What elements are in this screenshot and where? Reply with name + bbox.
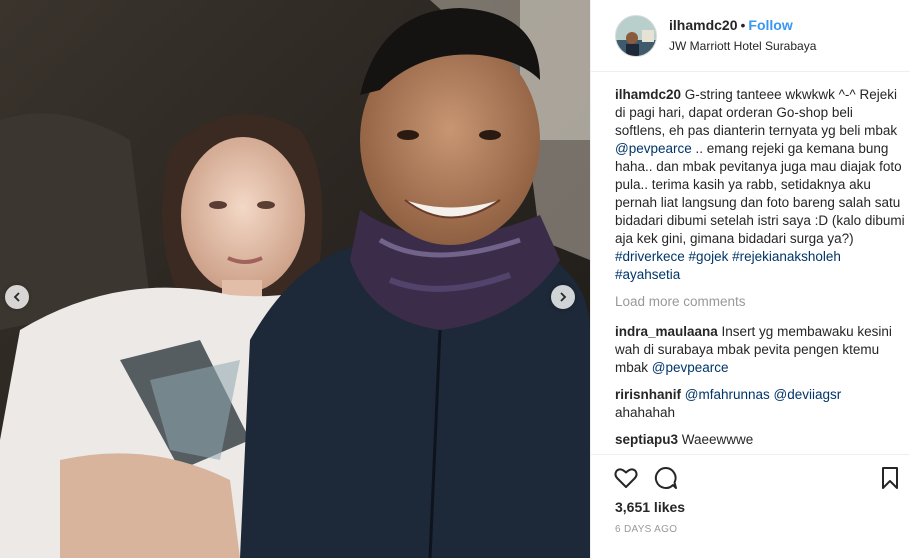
header-username[interactable]: ilhamdc20 xyxy=(669,17,737,33)
bookmark-icon[interactable] xyxy=(877,465,903,491)
photo-image xyxy=(0,0,590,558)
comment-item: septiapu3 Waeewwwe xyxy=(615,431,905,449)
comment-item: indra_maulaana Insert yg membawaku kesin… xyxy=(615,323,905,377)
comment-item: ririsnhanif @mfahrunnas @deviiagsr ahahah… xyxy=(615,386,905,422)
comment-text: Waeewwwe xyxy=(678,432,754,447)
comment-username[interactable]: septiapu3 xyxy=(615,432,678,447)
next-photo-button[interactable] xyxy=(551,285,575,309)
caption-mention[interactable]: @pevpearce xyxy=(615,141,692,156)
comment-username[interactable]: ririsnhanif xyxy=(615,387,681,402)
heart-icon[interactable] xyxy=(613,465,639,491)
post-timestamp: 6 DAYS AGO xyxy=(615,524,678,535)
comment-mention[interactable]: @deviiagsr xyxy=(774,387,842,402)
previous-photo-button[interactable] xyxy=(5,285,29,309)
caption-username[interactable]: ilhamdc20 xyxy=(615,87,681,102)
likes-count[interactable]: 3,651 likes xyxy=(615,499,685,515)
follow-button[interactable]: Follow xyxy=(748,17,792,33)
hashtag-link[interactable]: #gojek xyxy=(689,249,729,264)
separator-dot: • xyxy=(740,17,746,33)
comments-list: ilhamdc20 G-string tanteee wkwkwk ^-^ Re… xyxy=(615,86,905,454)
caption: ilhamdc20 G-string tanteee wkwkwk ^-^ Re… xyxy=(615,86,905,284)
location-link[interactable]: JW Marriott Hotel Surabaya xyxy=(669,38,816,54)
hashtag-link[interactable]: #driverkece xyxy=(615,249,685,264)
comment-mention[interactable]: @pevpearce xyxy=(652,360,729,375)
chevron-right-icon xyxy=(560,292,567,302)
comment-username[interactable]: indra_maulaana xyxy=(615,324,718,339)
comment-text: ahahahah xyxy=(615,405,676,420)
comment-mention[interactable]: @mfahrunnas xyxy=(685,387,770,402)
hashtag-link[interactable]: #rejekianaksholeh xyxy=(732,249,841,264)
load-more-comments-button[interactable]: Load more comments xyxy=(615,293,905,311)
avatar-image xyxy=(616,16,656,56)
post-actions: 3,651 likes 6 DAYS AGO xyxy=(591,454,910,558)
post-side-panel: ilhamdc20 G-string tanteee wkwkwk ^-^ Re… xyxy=(590,0,910,558)
chevron-left-icon xyxy=(13,292,20,302)
post-header: ilhamdc20 • Follow JW Marriott Hotel Surab… xyxy=(591,0,910,72)
header-info: ilhamdc20 • Follow JW Marriott Hotel Surab… xyxy=(669,16,816,54)
comment-icon[interactable] xyxy=(653,465,679,491)
caption-text-part2: .. emang rejeki ga kemana bung haha.. da… xyxy=(615,141,905,246)
hashtag-link[interactable]: #ayahsetia xyxy=(615,267,680,282)
avatar[interactable] xyxy=(615,15,657,57)
post-photo[interactable] xyxy=(0,0,590,558)
